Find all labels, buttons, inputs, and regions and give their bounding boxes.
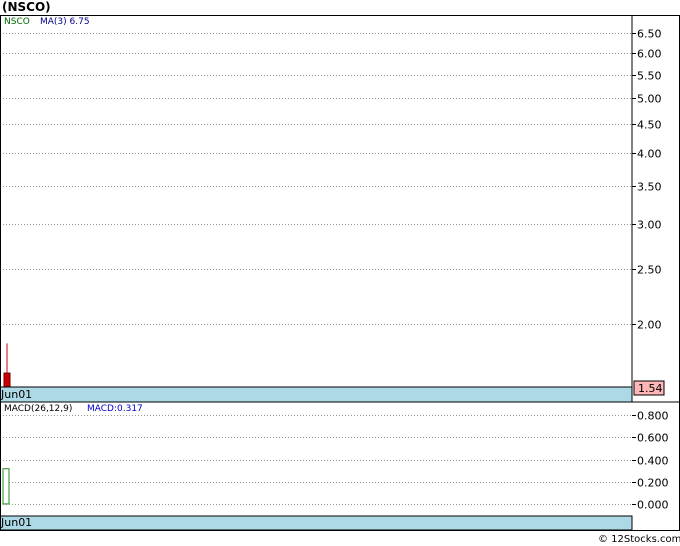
legend-symbol: NSCO (4, 17, 30, 27)
price-tick-label: 5.50 (637, 70, 662, 83)
macd-date-band (0, 515, 633, 531)
legend-ma: MA(3) 6.75 (40, 17, 90, 27)
macd-tick-label: 0.200 (637, 477, 669, 490)
macd-tick-label: 0.000 (637, 499, 669, 512)
macd-bar (2, 468, 10, 505)
price-tick-label: 4.00 (637, 148, 662, 161)
price-date-band (0, 386, 633, 403)
legend-macd: MACD(26,12,9) (4, 404, 72, 414)
macd-tick-label: 0.600 (637, 432, 669, 445)
price-tick-label: 3.00 (637, 219, 662, 232)
price-panel: 6.50 6.00 5.50 5.00 4.50 4.00 3.50 3.00 2.50 2.00… (0, 15, 665, 403)
price-tick-label: 3.50 (637, 181, 662, 194)
chart-title: (NSCO) (2, 0, 51, 14)
macd-tick-label: 0.400 (637, 455, 669, 468)
macd-bars (2, 468, 10, 505)
footer-credit: © 12Stocks.com (598, 534, 680, 545)
macd-tick-label: 0.800 (637, 410, 669, 423)
price-tick-label: 2.00 (637, 319, 662, 332)
price-candle-body (3, 372, 11, 390)
price-date-label: Jun01 (0, 388, 32, 401)
stock-chart: (NSCO) 6.50 6.00 5.50 5.00 4.50 4.00 3.50 3.00 2… (0, 0, 680, 546)
last-price-label: 1.54 (638, 382, 663, 395)
legend-macd-value: MACD:0.317 (87, 404, 143, 414)
price-tick-label: 6.00 (637, 48, 662, 61)
price-tick-label: 4.50 (637, 119, 662, 132)
price-tick-label: 2.50 (637, 264, 662, 277)
price-tick-label: 6.50 (637, 28, 662, 41)
price-tick-label: 5.00 (637, 93, 662, 106)
macd-date-label: Jun01 (0, 516, 32, 529)
price-plot-area (0, 15, 632, 387)
